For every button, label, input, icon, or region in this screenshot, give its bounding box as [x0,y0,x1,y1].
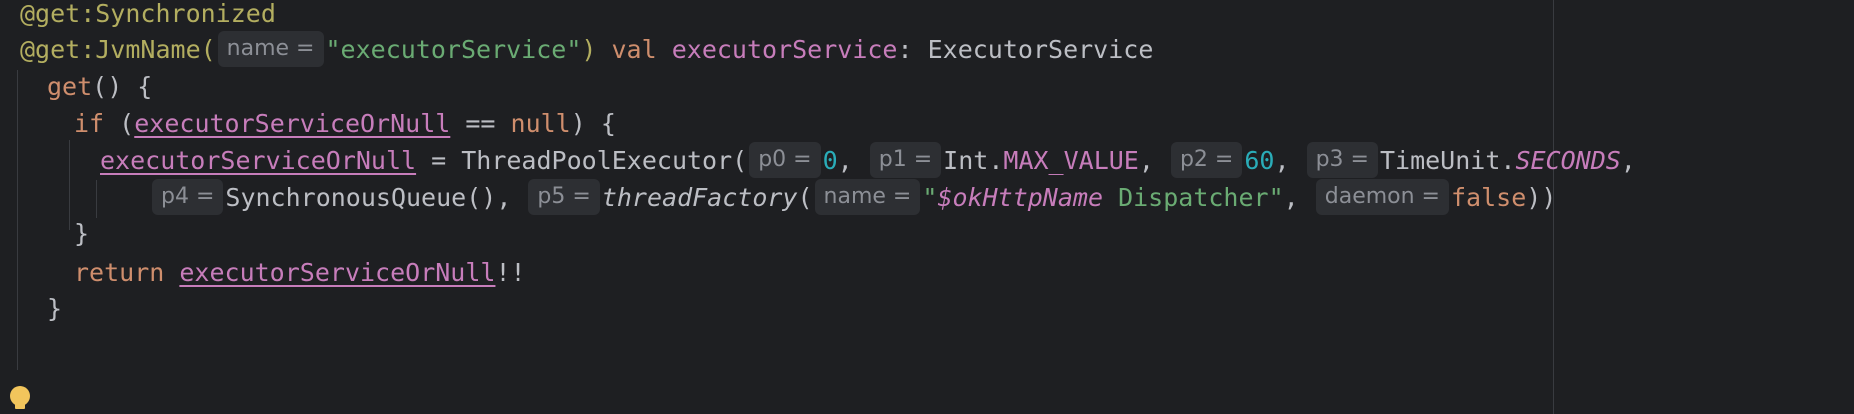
inlay-hint-p3[interactable]: p3 = [1306,142,1378,178]
keyword-val: val [611,35,657,64]
type-declaration: : ExecutorService [897,35,1154,64]
indent-guide-3 [96,180,97,218]
keyword-return: return [74,258,165,287]
code-editor[interactable]: @get:Synchronized @get:JvmName(name = "ex… [0,0,1854,414]
enum-constant: SECONDS [1515,146,1621,175]
keyword-if: if [74,109,105,138]
inlay-hint-p1[interactable]: p1 = [869,142,942,178]
string-literal: "executorService" [325,35,582,64]
lightbulb-icon[interactable] [9,385,31,411]
inlay-hint-p0[interactable]: p0 = [749,142,821,178]
variable-link[interactable]: executorServiceOrNull [134,109,450,138]
constant: MAX_VALUE [1003,146,1139,175]
inlay-hint-p5[interactable]: p5 = [528,179,600,215]
keyword-get: get [47,72,93,101]
annotation: @get:Synchronized [20,0,276,28]
keyword-false: false [1451,183,1527,212]
indent-guide-2 [69,140,70,230]
keyword-null: null [510,109,571,138]
variable-link[interactable]: executorServiceOrNull [100,146,416,175]
template-variable: $okHttpName [937,183,1104,212]
inlay-hint-p4[interactable]: p4 = [152,179,224,215]
annotation: @get:JvmName( [20,35,216,64]
function-call: threadFactory [601,183,798,212]
code-line-6[interactable]: p4 = SynchronousQueue(), p5 = threadFactor… [150,176,1556,220]
inlay-hint-name[interactable]: name = [217,31,324,67]
code-line-2[interactable]: @get:JvmName(name = "executorService") va… [20,28,1153,72]
inlay-hint-name[interactable]: name = [814,179,921,215]
inlay-hint-daemon[interactable]: daemon = [1315,179,1449,215]
property-name: executorService [671,35,898,64]
code-line-9[interactable]: } [47,287,62,331]
inlay-hint-p2[interactable]: p2 = [1170,142,1243,178]
variable-link[interactable]: executorServiceOrNull [179,258,495,287]
indent-guide-1 [17,70,18,370]
code-line-8[interactable]: return executorServiceOrNull!! [74,251,526,295]
code-line-7[interactable]: } [74,212,89,256]
